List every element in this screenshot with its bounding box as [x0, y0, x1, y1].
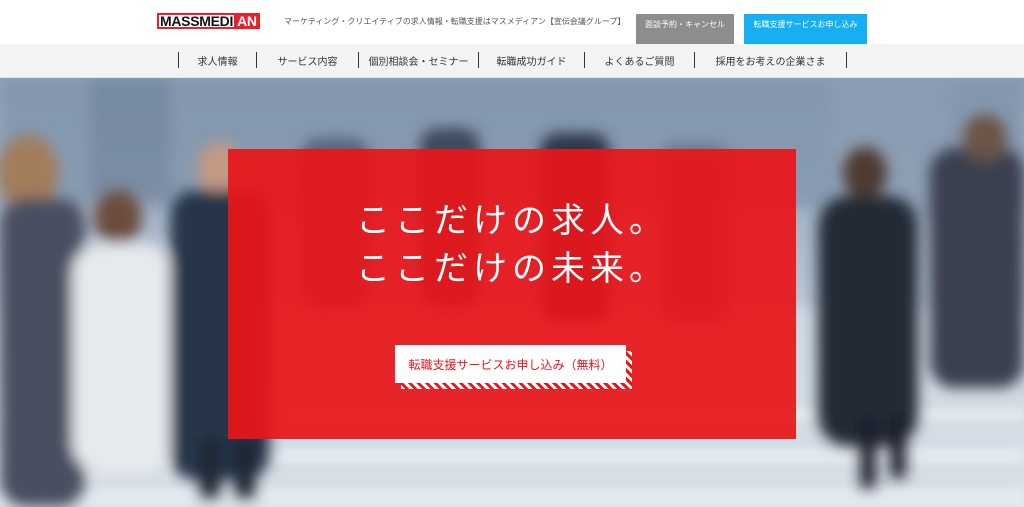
- nav-item-employers[interactable]: 採用をお考えの企業さま: [695, 52, 847, 68]
- hero-red-panel: ここだけの求人。 ここだけの未来。 転職支援サービスお申し込み（無料）: [228, 149, 796, 439]
- site-logo[interactable]: MASSMEDI AN: [157, 13, 260, 29]
- logo-accent-text: AN: [234, 13, 260, 29]
- free-apply-cta-button[interactable]: 転職支援サービスお申し込み（無料）: [395, 345, 626, 383]
- hero-section: ここだけの求人。 ここだけの未来。 転職支援サービスお申し込み（無料）: [0, 78, 1024, 507]
- site-header: MASSMEDI AN マーケティング・クリエイティブの求人情報・転職支援はマス…: [0, 0, 1024, 44]
- site-tagline: マーケティング・クリエイティブの求人情報・転職支援はマスメディアン【宣伝会議グル…: [284, 17, 626, 26]
- interview-cancel-button[interactable]: 面談予約・キャンセル: [636, 14, 734, 44]
- cta-wrapper: 転職支援サービスお申し込み（無料）: [395, 345, 632, 389]
- global-nav: 求人情報 サービス内容 個別相談会・セミナー 転職成功ガイド よくあるご質問 採…: [0, 44, 1024, 78]
- headline-line-1: ここだけの求人。: [356, 201, 668, 241]
- headline-line-2: ここだけの未来。: [356, 249, 668, 289]
- apply-service-button[interactable]: 転職支援サービスお申し込み: [744, 14, 867, 44]
- nav-item-faq[interactable]: よくあるご質問: [585, 52, 695, 68]
- hero-headline: ここだけの求人。 ここだけの未来。: [228, 197, 796, 293]
- nav-item-seminars[interactable]: 個別相談会・セミナー: [359, 52, 479, 68]
- nav-item-services[interactable]: サービス内容: [257, 52, 359, 68]
- nav-list: 求人情報 サービス内容 個別相談会・セミナー 転職成功ガイド よくあるご質問 採…: [178, 52, 847, 68]
- nav-item-jobs[interactable]: 求人情報: [179, 52, 257, 68]
- nav-item-success-guide[interactable]: 転職成功ガイド: [479, 52, 585, 68]
- logo-text: MASSMEDI: [157, 13, 235, 29]
